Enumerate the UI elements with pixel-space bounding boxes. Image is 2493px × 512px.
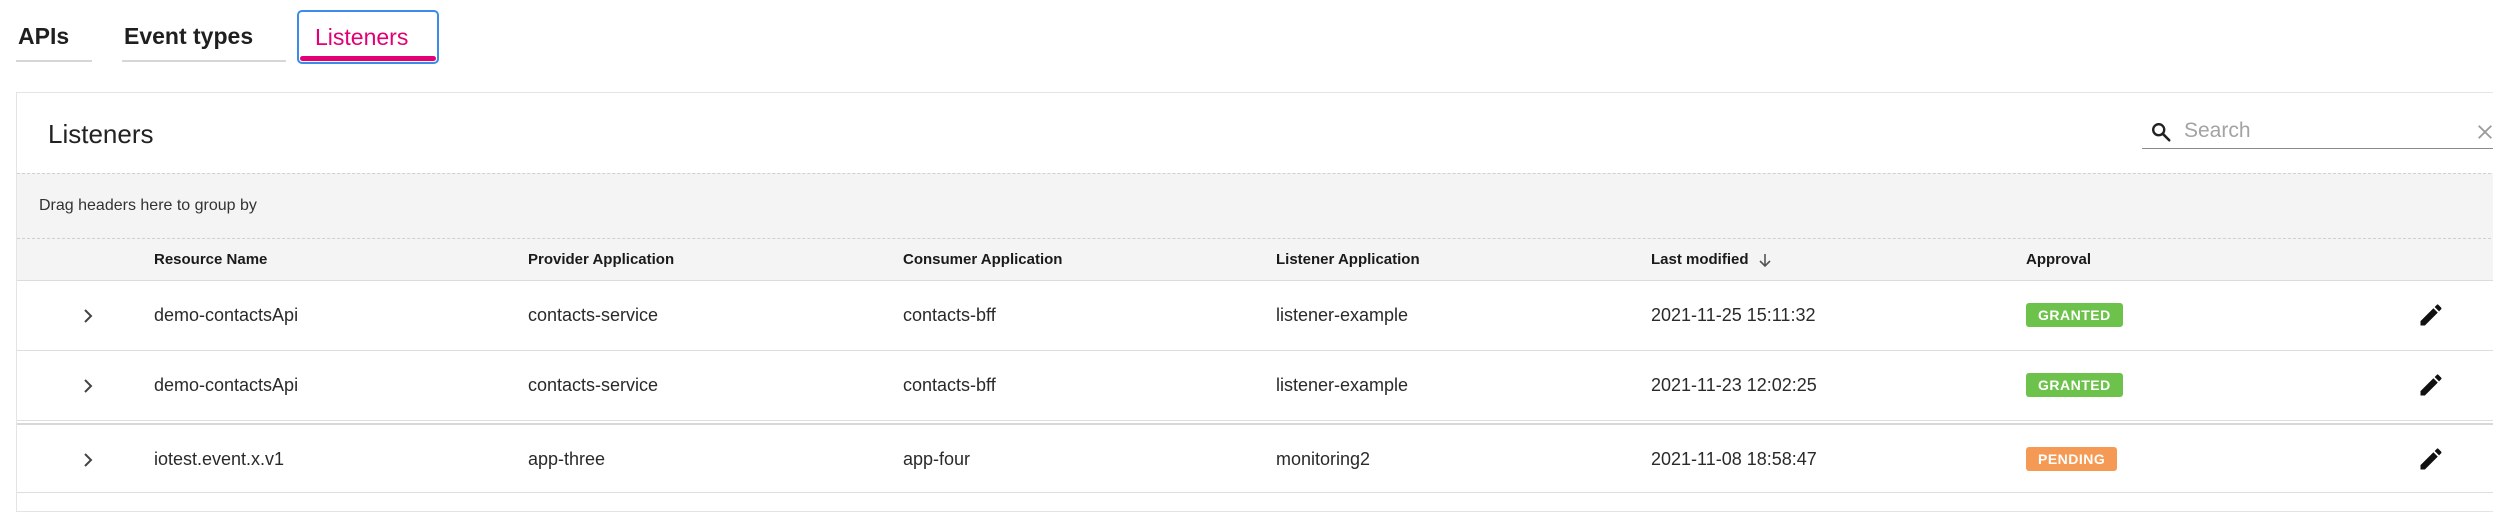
listeners-panel: Listeners Drag headers here to group by … — [16, 92, 2493, 512]
cell-consumer-application: app-four — [903, 449, 971, 469]
search-input[interactable] — [2182, 115, 2456, 147]
column-header-resource-name[interactable]: Resource Name — [154, 251, 267, 268]
table-row[interactable]: demo-contactsApi contacts-service contac… — [17, 351, 2493, 421]
tab-listeners[interactable]: Listeners — [297, 10, 439, 64]
tab-label: Event types — [124, 22, 254, 49]
column-label: Last modified — [1651, 251, 1749, 268]
status-badge: GRANTED — [2026, 373, 2123, 397]
group-by-dropzone[interactable]: Drag headers here to group by — [17, 173, 2493, 239]
column-header-last-modified[interactable]: Last modified — [1651, 251, 1773, 268]
active-tab-indicator — [300, 56, 436, 61]
column-label: Provider Application — [528, 251, 675, 268]
arrow-down-icon — [1758, 253, 1771, 267]
status-badge: PENDING — [2026, 447, 2118, 471]
cell-resource-name: iotest.event.x.v1 — [154, 449, 285, 469]
column-label: Approval — [2026, 251, 2092, 268]
status-badge: GRANTED — [2026, 303, 2123, 327]
column-header-approval[interactable]: Approval — [2026, 251, 2091, 268]
column-header-provider-application[interactable]: Provider Application — [528, 251, 674, 268]
pencil-icon[interactable] — [2417, 301, 2445, 329]
tab-label: Listeners — [315, 23, 409, 50]
chevron-right-icon[interactable] — [75, 303, 101, 329]
column-header-listener-application[interactable]: Listener Application — [1276, 251, 1420, 268]
chevron-right-icon[interactable] — [75, 373, 101, 399]
table-row[interactable]: iotest.event.x.v1 app-three app-four mon… — [17, 423, 2493, 493]
cell-listener-application: listener-example — [1276, 375, 1409, 395]
tab-label: APIs — [18, 22, 70, 49]
cell-listener-application: monitoring2 — [1276, 449, 1371, 469]
cell-resource-name: demo-contactsApi — [154, 375, 299, 395]
panel-title: Listeners — [48, 119, 154, 149]
cell-provider-application: contacts-service — [528, 375, 659, 395]
close-icon[interactable] — [2476, 123, 2493, 141]
cell-provider-application: contacts-service — [528, 305, 659, 325]
group-by-hint: Drag headers here to group by — [39, 197, 257, 214]
column-label: Listener Application — [1276, 251, 1420, 268]
cell-last-modified: 2021-11-08 18:58:47 — [1651, 449, 1817, 469]
search-icon — [2152, 123, 2171, 142]
search-box — [2142, 113, 2493, 149]
tab-event-types[interactable]: Event types — [122, 12, 286, 62]
column-label: Resource Name — [154, 251, 268, 268]
tab-apis[interactable]: APIs — [16, 12, 92, 62]
cell-consumer-application: contacts-bff — [903, 375, 996, 395]
column-label: Consumer Application — [903, 251, 1063, 268]
chevron-right-icon[interactable] — [75, 447, 101, 473]
table-header: Resource Name Provider Application Consu… — [17, 239, 2493, 281]
cell-last-modified: 2021-11-23 12:02:25 — [1651, 375, 1817, 395]
cell-provider-application: app-three — [528, 449, 606, 469]
column-header-consumer-application[interactable]: Consumer Application — [903, 251, 1062, 268]
table-row[interactable]: demo-contactsApi contacts-service contac… — [17, 281, 2493, 351]
pencil-icon[interactable] — [2417, 371, 2445, 399]
cell-resource-name: demo-contactsApi — [154, 305, 299, 325]
cell-last-modified: 2021-11-25 15:11:32 — [1651, 305, 1816, 325]
cell-listener-application: listener-example — [1276, 305, 1409, 325]
pencil-icon[interactable] — [2417, 445, 2445, 473]
cell-consumer-application: contacts-bff — [903, 305, 996, 325]
